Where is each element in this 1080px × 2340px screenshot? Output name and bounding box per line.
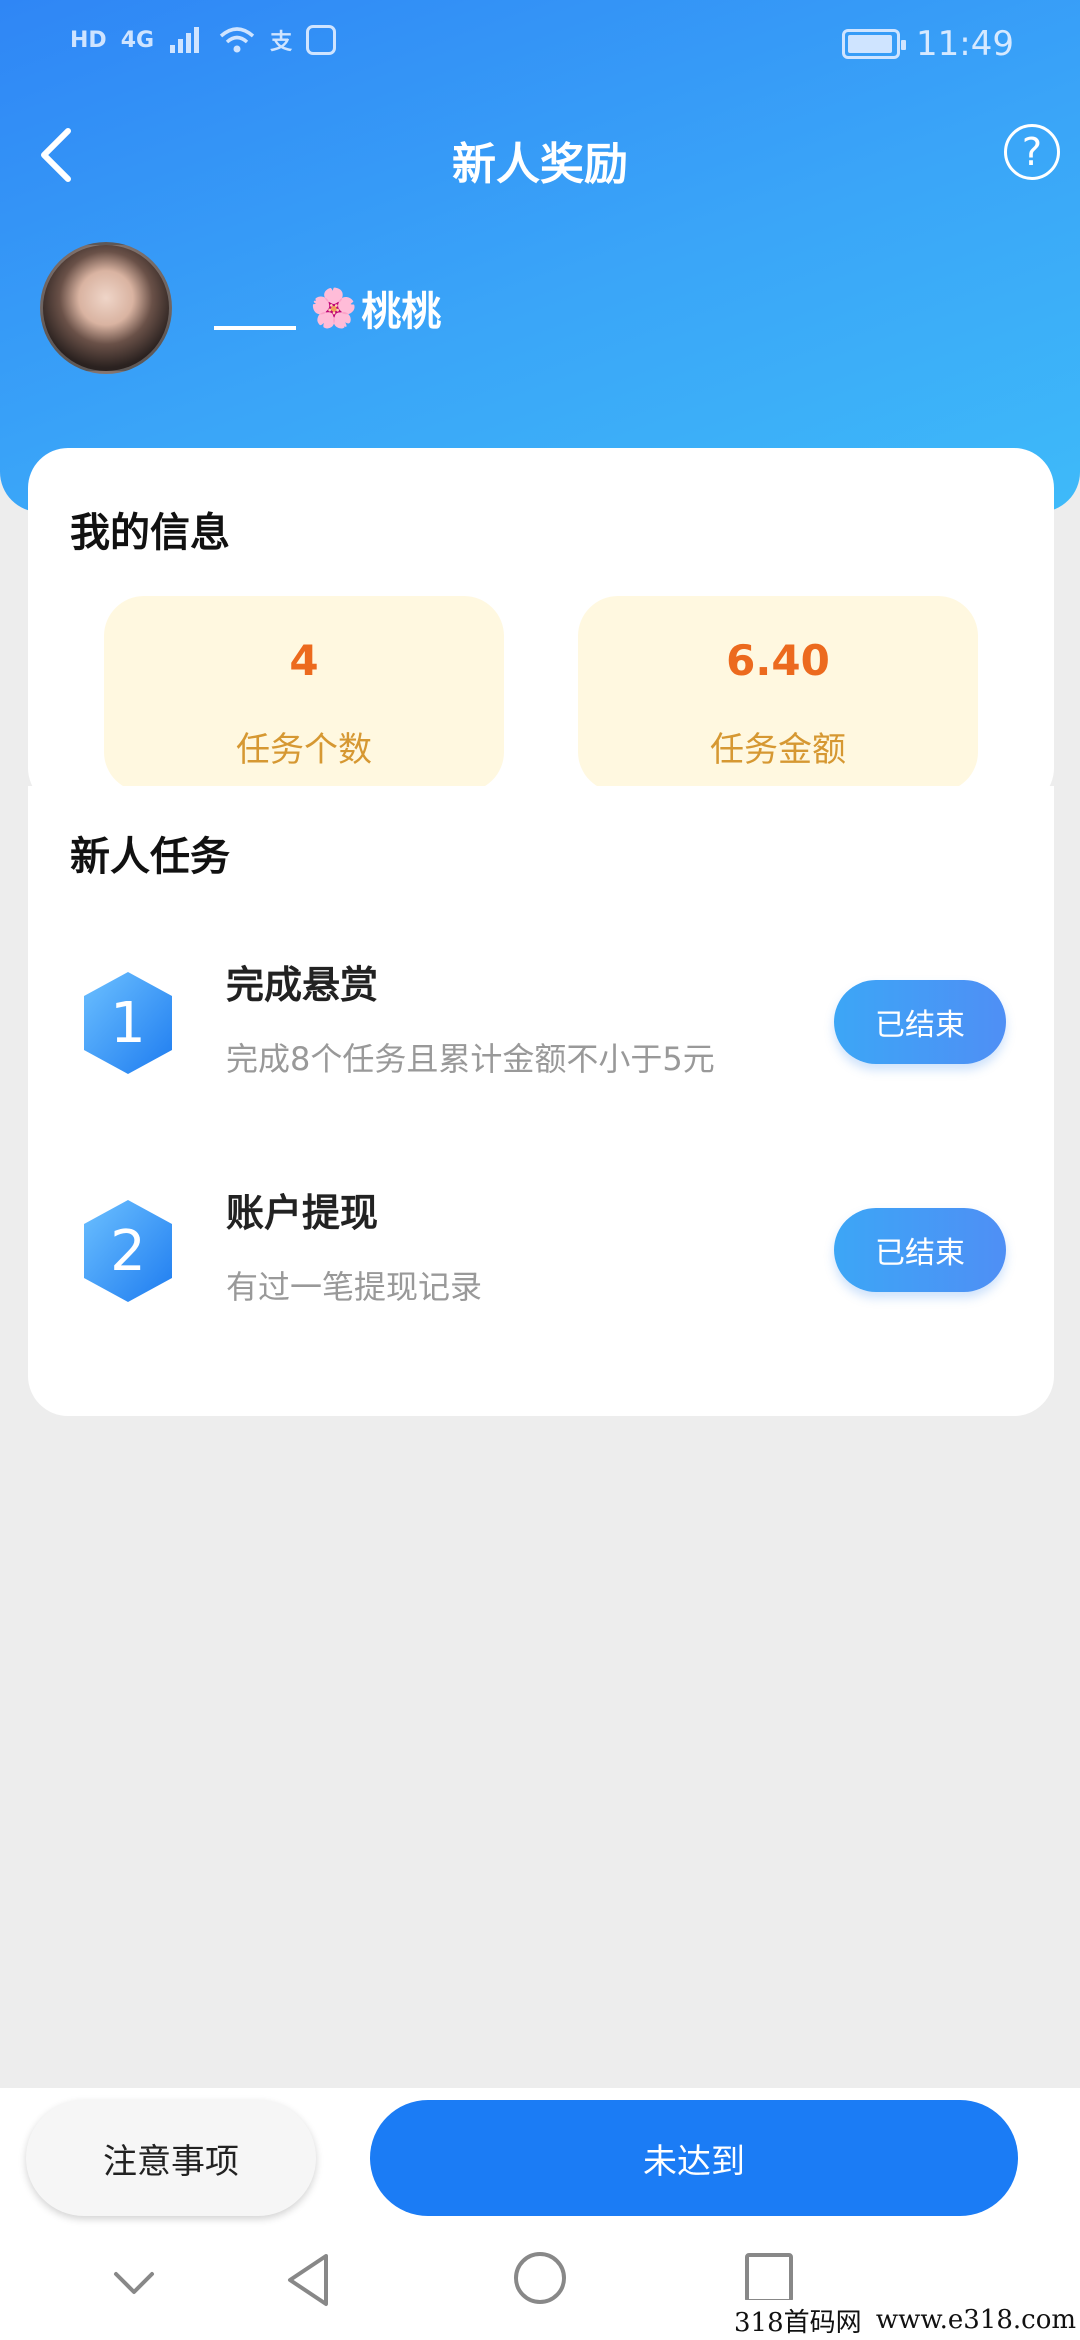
notice-button[interactable]: 注意事项 — [26, 2100, 316, 2216]
task-count-value: 4 — [289, 636, 319, 685]
task-count-label: 任务个数 — [236, 730, 372, 770]
site-watermark: 318首码网 www.e318.com — [720, 2300, 1080, 2340]
nav-home-icon[interactable] — [512, 2250, 568, 2306]
task-title: 账户提现 — [226, 1191, 379, 1235]
status-right: 11:49 — [842, 24, 1014, 64]
flower-icon: 🌸 — [310, 285, 358, 330]
task-item: 1 完成悬赏 完成8个任务且累计金额不小于5元 已结束 — [28, 950, 1054, 1120]
nav-bar: 新人奖励 ? — [0, 110, 1080, 200]
bottom-bar: 注意事项 未达到 318首码网 www.e318.com — [0, 2088, 1080, 2340]
watermark-left: 318首码网 — [734, 2307, 862, 2338]
user-nickname: 桃桃 — [361, 289, 442, 335]
task-number: 2 — [110, 1218, 146, 1284]
my-info-title: 我的信息 — [70, 500, 230, 562]
task-number-badge: 1 — [78, 968, 178, 1078]
task-item: 2 账户提现 有过一笔提现记录 已结束 — [28, 1178, 1054, 1348]
nickname-underline — [214, 326, 296, 330]
watermark-right: www.e318.com — [875, 2305, 1076, 2335]
newbie-tasks-title: 新人任务 — [70, 824, 230, 886]
status-left: HD 4G 支 — [70, 24, 337, 56]
task-amount-stat: 6.40 任务金额 — [578, 596, 978, 792]
task-count-stat: 4 任务个数 — [104, 596, 504, 792]
status-bar: HD 4G 支 11:49 — [0, 0, 1080, 90]
task-amount-label: 任务金额 — [710, 730, 846, 770]
task-number: 1 — [110, 990, 146, 1056]
network-type: 4G — [120, 27, 155, 53]
my-info-card: 我的信息 4 任务个数 6.40 任务金额 — [28, 448, 1054, 808]
hd-indicator: HD — [70, 27, 107, 53]
signal-icon — [170, 27, 200, 53]
help-icon[interactable]: ? — [1004, 124, 1060, 180]
user-profile: 🌸 桃桃 — [40, 242, 441, 374]
wifi-icon — [219, 27, 255, 53]
claim-button[interactable]: 未达到 — [370, 2100, 1018, 2216]
task-title: 完成悬赏 — [226, 963, 379, 1007]
task-desc: 有过一笔提现记录 — [226, 1268, 483, 1306]
newbie-tasks-card: 新人任务 1 完成悬赏 完成8个任务且累计金额不小于5元 已结束 2 账户提现 … — [28, 786, 1054, 1416]
nav-recents-icon[interactable] — [744, 2250, 794, 2306]
battery-icon — [842, 29, 907, 59]
task-desc: 完成8个任务且累计金额不小于5元 — [226, 1040, 715, 1078]
task-status-button[interactable]: 已结束 — [834, 980, 1006, 1064]
alipay-icon: 支 — [270, 30, 293, 55]
task-number-badge: 2 — [78, 1196, 178, 1306]
page-title: 新人奖励 — [452, 139, 628, 190]
avatar[interactable] — [40, 242, 172, 374]
status-time: 11:49 — [916, 24, 1014, 64]
task-status-button[interactable]: 已结束 — [834, 1208, 1006, 1292]
task-amount-value: 6.40 — [726, 636, 830, 685]
nav-back-icon[interactable] — [284, 2252, 332, 2308]
chevron-down-icon[interactable] — [112, 2268, 156, 2298]
app-notification-icon — [306, 25, 337, 55]
